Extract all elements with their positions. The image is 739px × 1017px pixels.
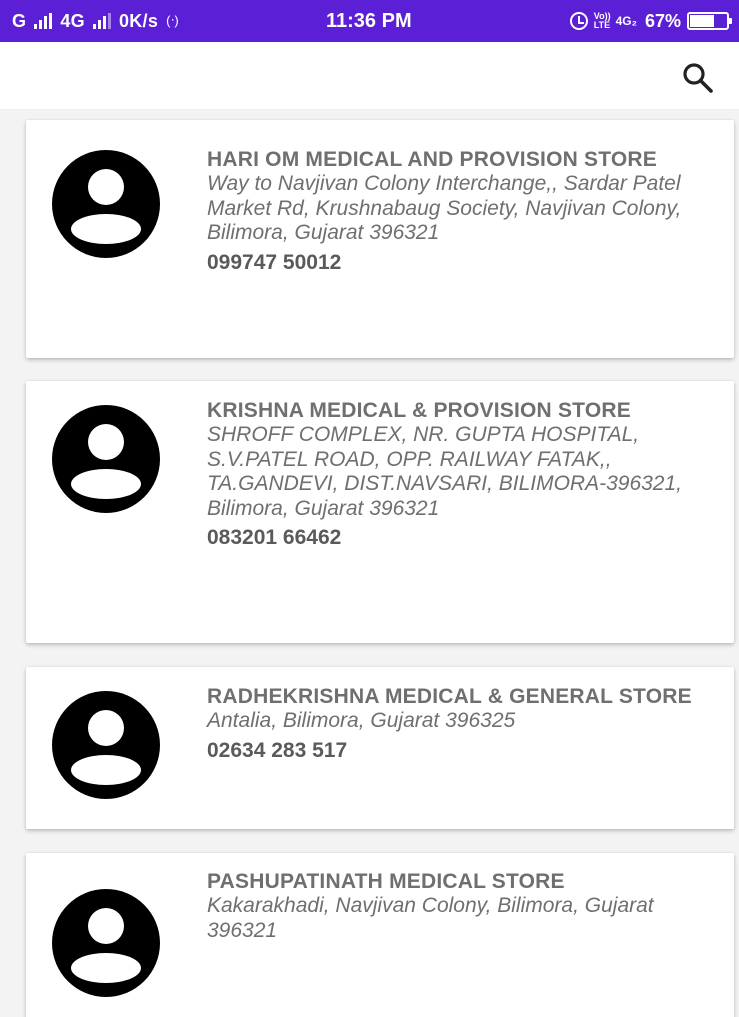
- store-address: Antalia, Bilimora, Gujarat 396325: [207, 709, 516, 732]
- alarm-icon: [569, 12, 588, 30]
- status-bar: G 4G 0K/s (ᐧ) 11:36 PM Vo)) LTE 4G₂ 67%: [0, 0, 739, 42]
- store-card[interactable]: RADHEKRISHNA MEDICAL & GENERAL STORE Ant…: [26, 667, 734, 829]
- store-name: PASHUPATINATH MEDICAL STORE: [207, 870, 565, 893]
- signal-2-icon: [92, 13, 113, 29]
- store-name: RADHEKRISHNA MEDICAL & GENERAL STORE: [207, 685, 692, 708]
- search-button[interactable]: [678, 58, 718, 98]
- status-left: G 4G 0K/s (ᐧ): [12, 0, 179, 42]
- store-details: HARI OM MEDICAL AND PROVISION STORE Way …: [207, 148, 720, 278]
- network-type: 4G₂: [615, 14, 637, 28]
- screen: G 4G 0K/s (ᐧ) 11:36 PM Vo)) LTE 4G₂ 67%: [0, 0, 739, 1017]
- app-bar: [0, 42, 739, 110]
- store-address: SHROFF COMPLEX, NR. GUPTA HOSPITAL, S.V.…: [207, 423, 683, 520]
- store-details: RADHEKRISHNA MEDICAL & GENERAL STORE Ant…: [207, 685, 720, 766]
- store-phone[interactable]: 099747 50012: [207, 248, 720, 278]
- network-speed: 0K/s: [118, 10, 159, 31]
- status-right: Vo)) LTE 4G₂ 67%: [569, 0, 732, 42]
- search-icon: [683, 63, 713, 93]
- battery-icon: [687, 12, 732, 30]
- store-card[interactable]: PASHUPATINATH MEDICAL STORE Kakarakhadi,…: [26, 853, 734, 1017]
- store-details: KRISHNA MEDICAL & PROVISION STORE SHROFF…: [207, 399, 720, 553]
- store-name: KRISHNA MEDICAL & PROVISION STORE: [207, 399, 631, 422]
- carrier-1-label: G: [12, 10, 27, 31]
- account-circle-icon: [52, 405, 160, 513]
- store-phone[interactable]: 083201 66462: [207, 523, 720, 553]
- hotspot-icon: (ᐧ): [166, 13, 180, 28]
- store-address: Way to Navjivan Colony Interchange,, Sar…: [207, 172, 682, 244]
- account-circle-icon: [52, 889, 160, 997]
- status-time: 11:36 PM: [326, 9, 412, 32]
- volte-icon: Vo)) LTE: [594, 12, 611, 30]
- store-name: HARI OM MEDICAL AND PROVISION STORE: [207, 148, 657, 171]
- store-list[interactable]: HARI OM MEDICAL AND PROVISION STORE Way …: [0, 110, 739, 1017]
- account-circle-icon: [52, 691, 160, 799]
- store-address: Kakarakhadi, Navjivan Colony, Bilimora, …: [207, 894, 654, 942]
- store-details: PASHUPATINATH MEDICAL STORE Kakarakhadi,…: [207, 870, 720, 945]
- signal-1-icon: [34, 13, 54, 29]
- store-card[interactable]: KRISHNA MEDICAL & PROVISION STORE SHROFF…: [26, 381, 734, 643]
- store-card[interactable]: HARI OM MEDICAL AND PROVISION STORE Way …: [26, 120, 734, 358]
- account-circle-icon: [52, 150, 160, 258]
- battery-percent: 67%: [644, 10, 681, 31]
- volte-bottom: LTE: [593, 20, 611, 30]
- store-phone[interactable]: 02634 283 517: [207, 736, 720, 766]
- carrier-2-label: 4G: [60, 10, 85, 31]
